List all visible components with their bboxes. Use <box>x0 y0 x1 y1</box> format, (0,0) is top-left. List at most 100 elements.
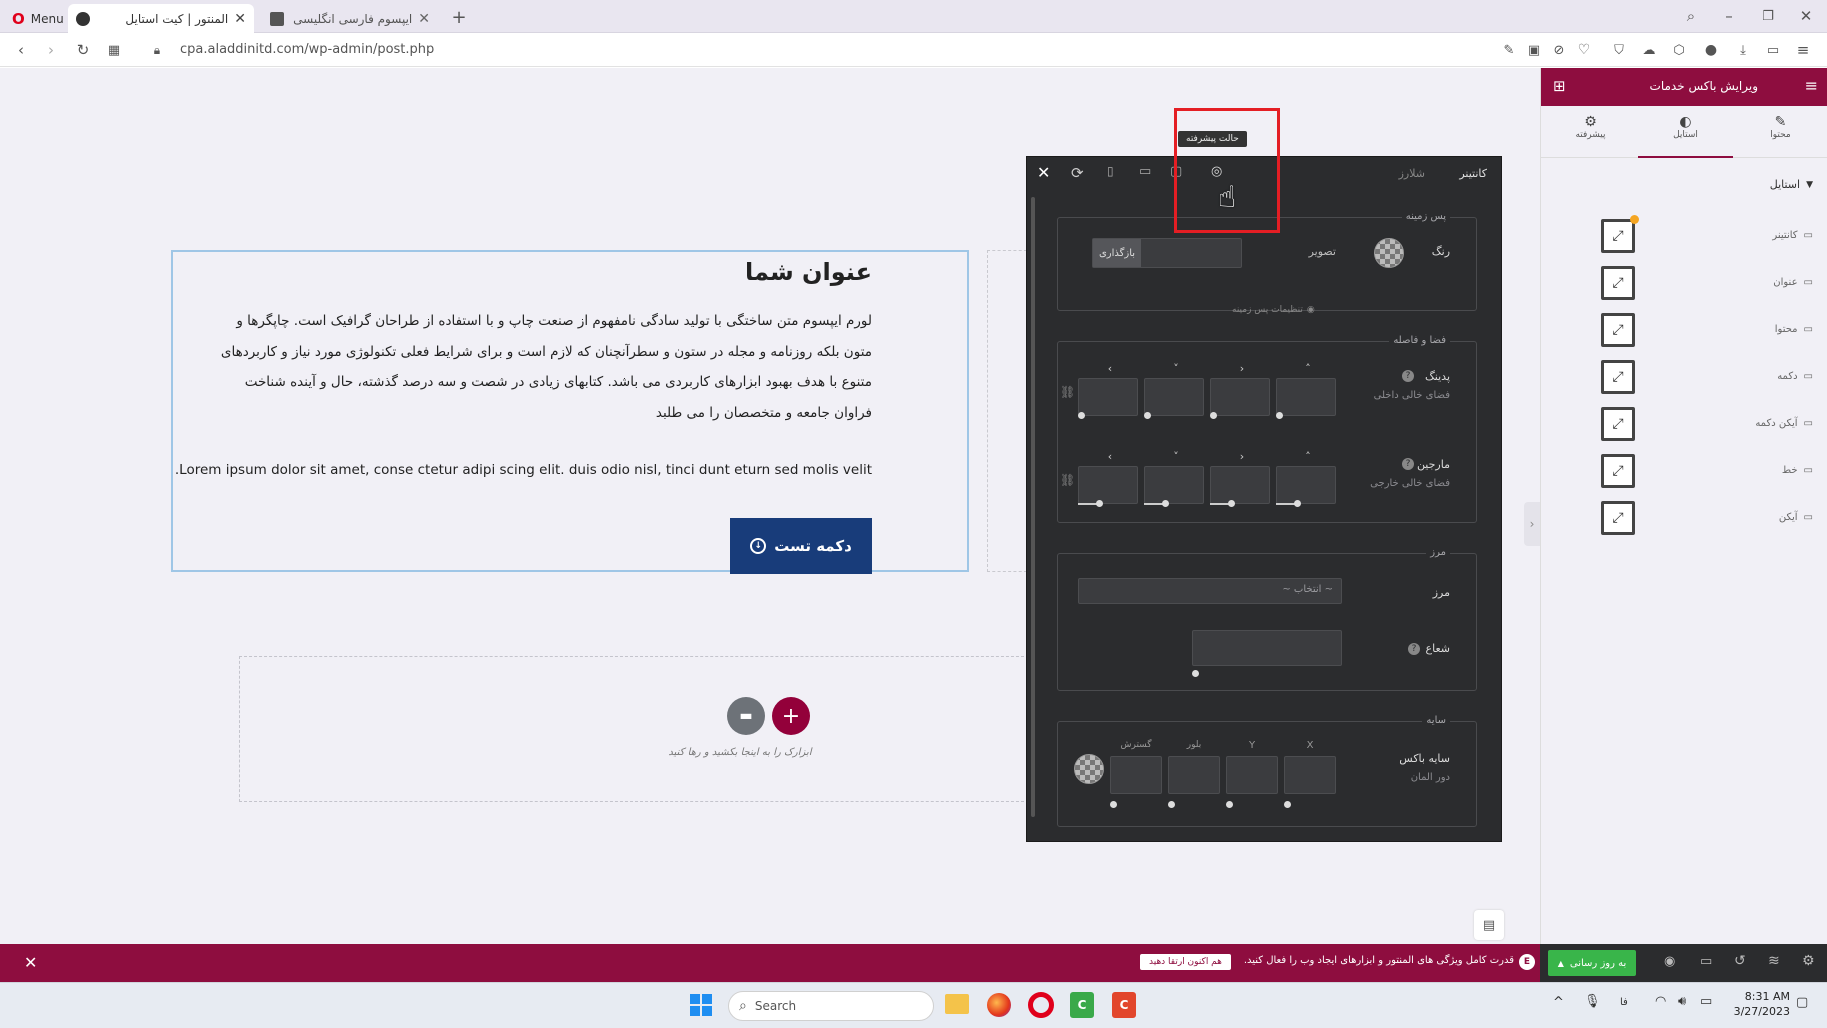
padding-top-input[interactable] <box>1276 378 1336 416</box>
link-values-icon[interactable]: ⛓ <box>1060 473 1075 487</box>
nav-item-content[interactable]: ⤢ محتوا ▭ <box>1583 306 1823 353</box>
slider-handle[interactable] <box>1110 801 1117 808</box>
slider-handle[interactable] <box>1276 412 1283 419</box>
tray-chevron-icon[interactable]: ^ <box>1553 995 1564 1010</box>
color-picker-swatch[interactable] <box>1374 238 1404 268</box>
windows-start-icon[interactable] <box>690 994 712 1016</box>
shadow-color-swatch[interactable] <box>1074 754 1104 784</box>
nav-item-container[interactable]: ⤢ کانتینر ▭ <box>1583 212 1823 259</box>
slider-handle[interactable] <box>1210 412 1217 419</box>
tab-lorem[interactable]: ایپسوم فارسی انگلیسی عربی ✕ <box>262 4 438 33</box>
help-icon[interactable]: ? <box>1408 643 1420 655</box>
close-tab-icon[interactable]: ✕ <box>418 11 430 27</box>
panel-collapse-handle[interactable]: › <box>1524 502 1540 546</box>
test-button[interactable]: ↓ دکمه تست <box>730 518 872 574</box>
slider-handle[interactable] <box>1144 412 1151 419</box>
slider-handle[interactable] <box>1078 412 1085 419</box>
margin-right-input[interactable] <box>1210 466 1270 504</box>
preview-eye-icon[interactable]: ◉ <box>1664 954 1675 969</box>
nav-item-line[interactable]: ⤢ خط ▭ <box>1583 447 1823 494</box>
margin-top-input[interactable] <box>1276 466 1336 504</box>
section-toggle-style[interactable]: ▼ استایل <box>1770 178 1813 191</box>
clock[interactable]: 8:31 AM 3/27/2023 <box>1730 989 1790 1019</box>
url-field[interactable]: cpa.aladdinitd.com/wp-admin/post.php <box>180 42 434 57</box>
close-notice-icon[interactable]: ✕ <box>24 953 37 972</box>
slider-handle[interactable] <box>1162 500 1169 507</box>
service-box[interactable]: عنوان شما لورم ایپسوم متن ساختگی با تولی… <box>171 250 969 574</box>
slider-handle[interactable] <box>1284 801 1291 808</box>
empty-column[interactable] <box>987 250 1027 572</box>
taskbar-search[interactable]: ⌕ Search <box>728 991 934 1021</box>
reset-button[interactable]: بازگذاری <box>1093 239 1141 267</box>
padding-right-input[interactable] <box>1210 378 1270 416</box>
slider-handle[interactable] <box>1226 801 1233 808</box>
navigator-icon[interactable]: ≋ <box>1768 953 1780 969</box>
tab-content[interactable]: ✎ محتوا <box>1733 106 1827 158</box>
minimize-icon[interactable]: – <box>1718 5 1740 27</box>
battery-icon[interactable]: ▭ <box>1762 39 1784 61</box>
slider-handle[interactable] <box>1192 670 1199 677</box>
hamburger-icon[interactable]: ≡ <box>1805 76 1818 95</box>
spread-input[interactable] <box>1110 756 1162 794</box>
history-icon[interactable]: ↺ <box>1734 953 1746 969</box>
edit-icon[interactable]: ⤢ <box>1601 406 1635 441</box>
blur-input[interactable] <box>1168 756 1220 794</box>
padding-bottom-input[interactable] <box>1144 378 1204 416</box>
link-values-icon[interactable]: ⛓ <box>1060 385 1075 399</box>
responsive-icon[interactable]: ▭ <box>1700 954 1712 969</box>
padding-left-input[interactable] <box>1078 378 1138 416</box>
help-icon[interactable]: ? <box>1402 370 1414 382</box>
tab-elementor[interactable]: المنتور | کیت استایل ✕ <box>68 4 254 33</box>
margin-bottom-input[interactable] <box>1144 466 1204 504</box>
tab-styler[interactable]: شلارز <box>1399 167 1425 180</box>
add-template-button[interactable]: ▬ <box>727 697 765 735</box>
drop-zone[interactable]: ▬ + ابزارک را به اینجا بکشید و رها کنید <box>239 656 1029 802</box>
upgrade-button[interactable]: هم اکنون ارتقا دهید <box>1140 954 1231 970</box>
nav-item-heading[interactable]: ⤢ عنوان ▭ <box>1583 259 1823 306</box>
firefox-icon[interactable] <box>987 993 1011 1017</box>
edit-icon[interactable]: ⤢ <box>1601 218 1635 253</box>
reload-icon[interactable]: ↻ <box>72 39 94 61</box>
back-icon[interactable]: ‹ <box>10 39 32 61</box>
close-icon[interactable]: ✕ <box>1037 163 1050 182</box>
edit-icon[interactable]: ⤢ <box>1601 500 1635 535</box>
edit-icon[interactable]: ⤢ <box>1601 312 1635 347</box>
file-explorer-icon[interactable] <box>945 994 969 1014</box>
opera-taskbar-icon[interactable] <box>1028 992 1054 1018</box>
new-tab-icon[interactable]: + <box>448 6 470 28</box>
mobile-icon[interactable]: ▯ <box>1107 164 1114 178</box>
close-window-icon[interactable]: ✕ <box>1795 5 1817 27</box>
speed-dial-icon[interactable]: ▦ <box>103 39 125 61</box>
forward-icon[interactable]: › <box>40 39 62 61</box>
volume-icon[interactable]: 🔊︎ <box>1678 994 1686 1009</box>
background-settings-toggle[interactable]: تنظیمات پس زمینه ◉ <box>1232 305 1315 315</box>
slider-handle[interactable] <box>1096 500 1103 507</box>
wifi-icon[interactable]: ◠ <box>1655 994 1666 1009</box>
language-indicator[interactable]: فا <box>1620 997 1628 1008</box>
battery-tray-icon[interactable]: ▭ <box>1700 994 1712 1009</box>
widgets-grid-icon[interactable]: ⊞ <box>1553 77 1566 95</box>
tab-advanced[interactable]: ⚙ پیشرفته <box>1543 106 1638 158</box>
settings-gear-icon[interactable]: ⚙ <box>1802 953 1815 969</box>
opera-menu-button[interactable]: O Menu <box>4 4 72 33</box>
margin-left-input[interactable] <box>1078 466 1138 504</box>
sync-icon[interactable]: ⟳ <box>1071 164 1084 182</box>
easy-setup-icon[interactable]: ≡ <box>1792 39 1814 61</box>
nav-item-icon[interactable]: ⤢ آیکن ▭ <box>1583 494 1823 541</box>
slider-handle[interactable] <box>1228 500 1235 507</box>
notification-icon[interactable]: ▢ <box>1796 995 1808 1010</box>
slider-handle[interactable] <box>1168 801 1175 808</box>
microphone-icon[interactable]: 🎙︎ <box>1584 994 1601 1009</box>
download-icon[interactable]: ⤓ <box>1732 39 1754 61</box>
edit-icon[interactable]: ⤢ <box>1601 453 1635 488</box>
notes-button[interactable]: ▤ <box>1474 910 1504 940</box>
nav-item-button-icon[interactable]: ⤢ آیکن دکمه ▭ <box>1583 400 1823 447</box>
adblock-icon[interactable]: ⊘ <box>1548 39 1570 61</box>
edit-icon[interactable]: ⤢ <box>1601 359 1635 394</box>
close-tab-icon[interactable]: ✕ <box>234 11 246 27</box>
tab-style[interactable]: ◐ استایل <box>1638 106 1733 158</box>
camtasia-green-icon[interactable]: C <box>1070 992 1094 1018</box>
heart-icon[interactable]: ♡ <box>1573 39 1595 61</box>
send-icon[interactable]: ✎ <box>1498 39 1520 61</box>
edit-icon[interactable]: ⤢ <box>1601 265 1635 300</box>
